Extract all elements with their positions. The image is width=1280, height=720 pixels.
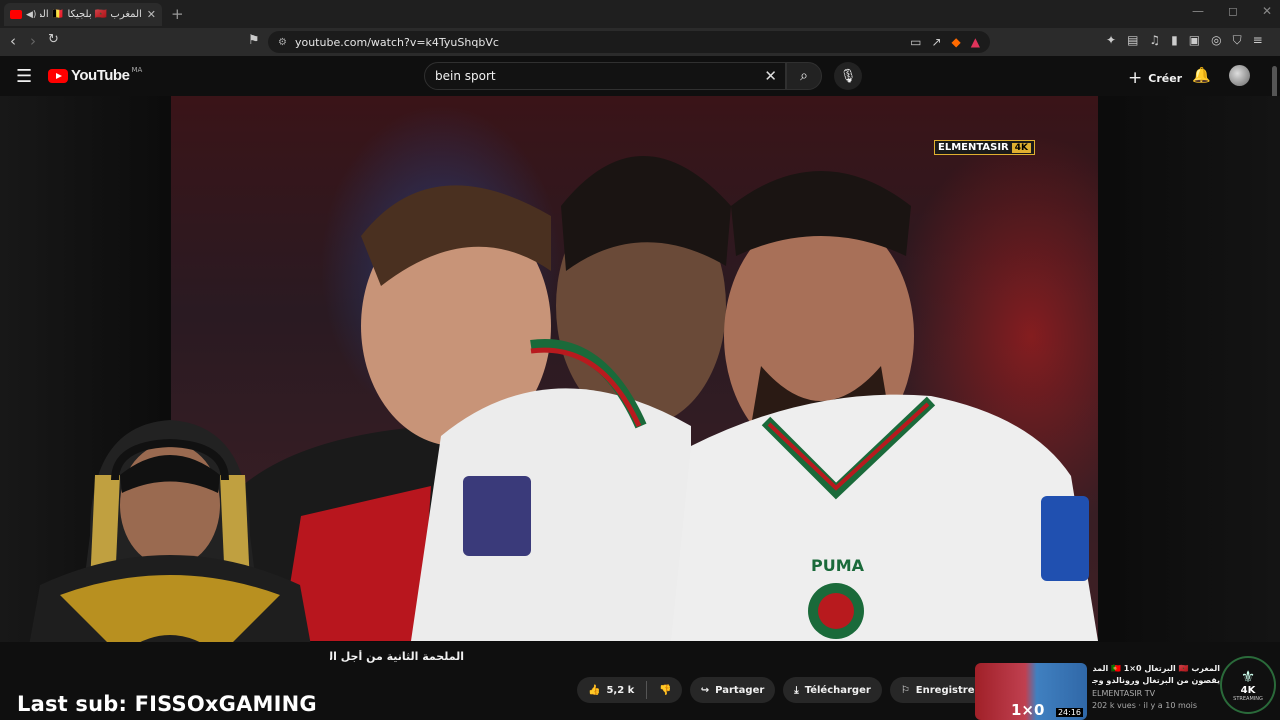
- share-page-icon[interactable]: ↗: [931, 35, 941, 49]
- recommended-channel[interactable]: ELMENTASIR TV: [1092, 689, 1220, 698]
- create-button[interactable]: + Créer: [1128, 68, 1182, 88]
- thumbs-down-icon[interactable]: 👎: [653, 685, 681, 696]
- address-bar: ‹ › ↻ ⚙ youtube.com/watch?v=k4TyuShqbVc …: [0, 28, 1280, 56]
- like-divider: [646, 681, 648, 699]
- recommended-title-line2[interactable]: يقصون من البرتغال ورونالدو وجنون خليل: [1092, 675, 1220, 687]
- vpn-icon[interactable]: ◎: [1211, 33, 1221, 48]
- rewards-icon[interactable]: ▲: [971, 35, 980, 49]
- watermark-text: ELMENTASIR: [938, 142, 1009, 153]
- like-dislike-button[interactable]: 👍 5,2 k 👎: [577, 677, 682, 703]
- new-tab-icon[interactable]: +: [171, 5, 184, 23]
- youtube-logo[interactable]: YouTube MA: [48, 65, 143, 84]
- extension-icons: ✦ ▤ ♫ ▮ ▣ ◎ ⛉ ≡: [1106, 33, 1263, 48]
- minimize-icon[interactable]: —: [1192, 4, 1204, 18]
- wallet-icon[interactable]: ▣: [1189, 33, 1200, 48]
- hamburger-menu-icon[interactable]: ☰: [16, 66, 32, 87]
- speaker-icon[interactable]: ◀): [26, 10, 36, 20]
- video-title: الملحمة الثانية من أجل الحلم 4k: [330, 650, 464, 663]
- video-duration: 24:16: [1055, 708, 1083, 717]
- back-icon[interactable]: ‹: [10, 32, 16, 50]
- search-input[interactable]: bein sport ✕: [424, 62, 786, 90]
- download-label: Télécharger: [804, 684, 871, 696]
- share-button[interactable]: ↪ Partager: [689, 677, 776, 703]
- url-text: youtube.com/watch?v=k4TyuShqbVc: [294, 35, 499, 49]
- country-code: MA: [131, 65, 143, 74]
- tab-title: المغرب 🇲🇦 بلجيكا 🇧🇪 الملحمة الـ: [40, 9, 142, 20]
- avatar[interactable]: [1229, 65, 1250, 86]
- bookmark-save-icon: ⚐: [900, 684, 910, 696]
- voice-search-button[interactable]: 🎙: [834, 62, 862, 90]
- browser-tab[interactable]: ◀) المغرب 🇲🇦 بلجيكا 🇧🇪 الملحمة الـ ✕: [4, 3, 162, 26]
- search-value: bein sport: [435, 69, 496, 83]
- watermark-quality: 4K: [1011, 142, 1032, 153]
- music-icon[interactable]: ♫: [1149, 33, 1160, 48]
- search-icon: ⌕: [800, 68, 808, 84]
- recommended-thumbnail[interactable]: 1×0 24:16: [975, 663, 1087, 720]
- search-button[interactable]: ⌕: [786, 62, 822, 90]
- sidebar-icon[interactable]: ▮: [1171, 33, 1178, 48]
- create-label: Créer: [1148, 71, 1183, 85]
- streaming-logo-badge: ⚜ 4K STREAMING: [1220, 656, 1276, 714]
- microphone-icon: 🎙: [839, 68, 857, 84]
- clear-search-icon[interactable]: ✕: [764, 67, 777, 85]
- like-count: 5,2 k: [606, 684, 635, 696]
- notifications-bell-icon[interactable]: 🔔: [1192, 66, 1211, 84]
- recommended-title[interactable]: المغرب 🇲🇦 البرتغال 🇵🇹 1×0 المدارية: [1092, 663, 1220, 675]
- badge-text: 4K: [1240, 684, 1256, 696]
- cast-icon[interactable]: ▭: [910, 35, 921, 49]
- url-field[interactable]: ⚙ youtube.com/watch?v=k4TyuShqbVc ▭ ↗ ◆ …: [268, 31, 990, 53]
- site-info-icon[interactable]: ⚙: [278, 37, 287, 48]
- privacy-icon[interactable]: ⛉: [1233, 33, 1242, 48]
- close-tab-icon[interactable]: ✕: [147, 8, 156, 21]
- download-button[interactable]: ⤓ Télécharger: [783, 677, 882, 703]
- shield-icon[interactable]: ◆: [952, 35, 961, 49]
- recommended-video[interactable]: 1×0 24:16 المغرب 🇲🇦 البرتغال 🇵🇹 1×0 المد…: [975, 663, 1220, 720]
- recommended-stats: 202 k vues · il y a 10 mois: [1092, 701, 1198, 710]
- badge-subtext: STREAMING: [1233, 695, 1263, 702]
- thumbnail-score: 1×0: [1011, 701, 1045, 719]
- reader-icon[interactable]: ▤: [1127, 33, 1138, 48]
- youtube-play-icon: [48, 68, 68, 83]
- plus-icon: +: [1128, 68, 1143, 88]
- bookmark-icon[interactable]: ⚑: [248, 33, 260, 48]
- window-controls: — ◻ ✕: [1192, 4, 1272, 18]
- download-icon: ⤓: [794, 684, 799, 696]
- close-window-icon[interactable]: ✕: [1262, 4, 1272, 18]
- maximize-icon[interactable]: ◻: [1228, 4, 1238, 18]
- video-actions: 👍 5,2 k 👎 ↪ Partager ⤓ Télécharger ⚐ Enr…: [577, 677, 1025, 703]
- youtube-favicon-icon: [10, 10, 22, 19]
- thumbs-up-icon[interactable]: 👍: [588, 685, 600, 696]
- extensions-icon[interactable]: ✦: [1106, 33, 1116, 48]
- share-icon: ↪: [700, 684, 710, 696]
- recommended-meta: المغرب 🇲🇦 البرتغال 🇵🇹 1×0 المدارية يقصون…: [1092, 663, 1220, 710]
- save-label: Enregistrer: [915, 684, 980, 696]
- forward-icon[interactable]: ›: [30, 32, 36, 50]
- url-action-icons: ▭ ↗ ◆ ▲: [910, 35, 980, 49]
- browser-tab-bar: ◀) المغرب 🇲🇦 بلجيكا 🇧🇪 الملحمة الـ ✕ + —…: [0, 0, 1280, 28]
- reload-icon[interactable]: ↻: [48, 32, 59, 47]
- channel-watermark: ELMENTASIR 4K: [934, 140, 1036, 155]
- eagle-icon: ⚜: [1240, 666, 1256, 686]
- youtube-wordmark: YouTube: [71, 67, 130, 84]
- browser-menu-icon[interactable]: ≡: [1253, 33, 1263, 48]
- last-sub-overlay: Last sub: FISSOxGAMING: [17, 692, 317, 716]
- share-label: Partager: [715, 684, 765, 696]
- svg-text:PUMA: PUMA: [811, 556, 865, 575]
